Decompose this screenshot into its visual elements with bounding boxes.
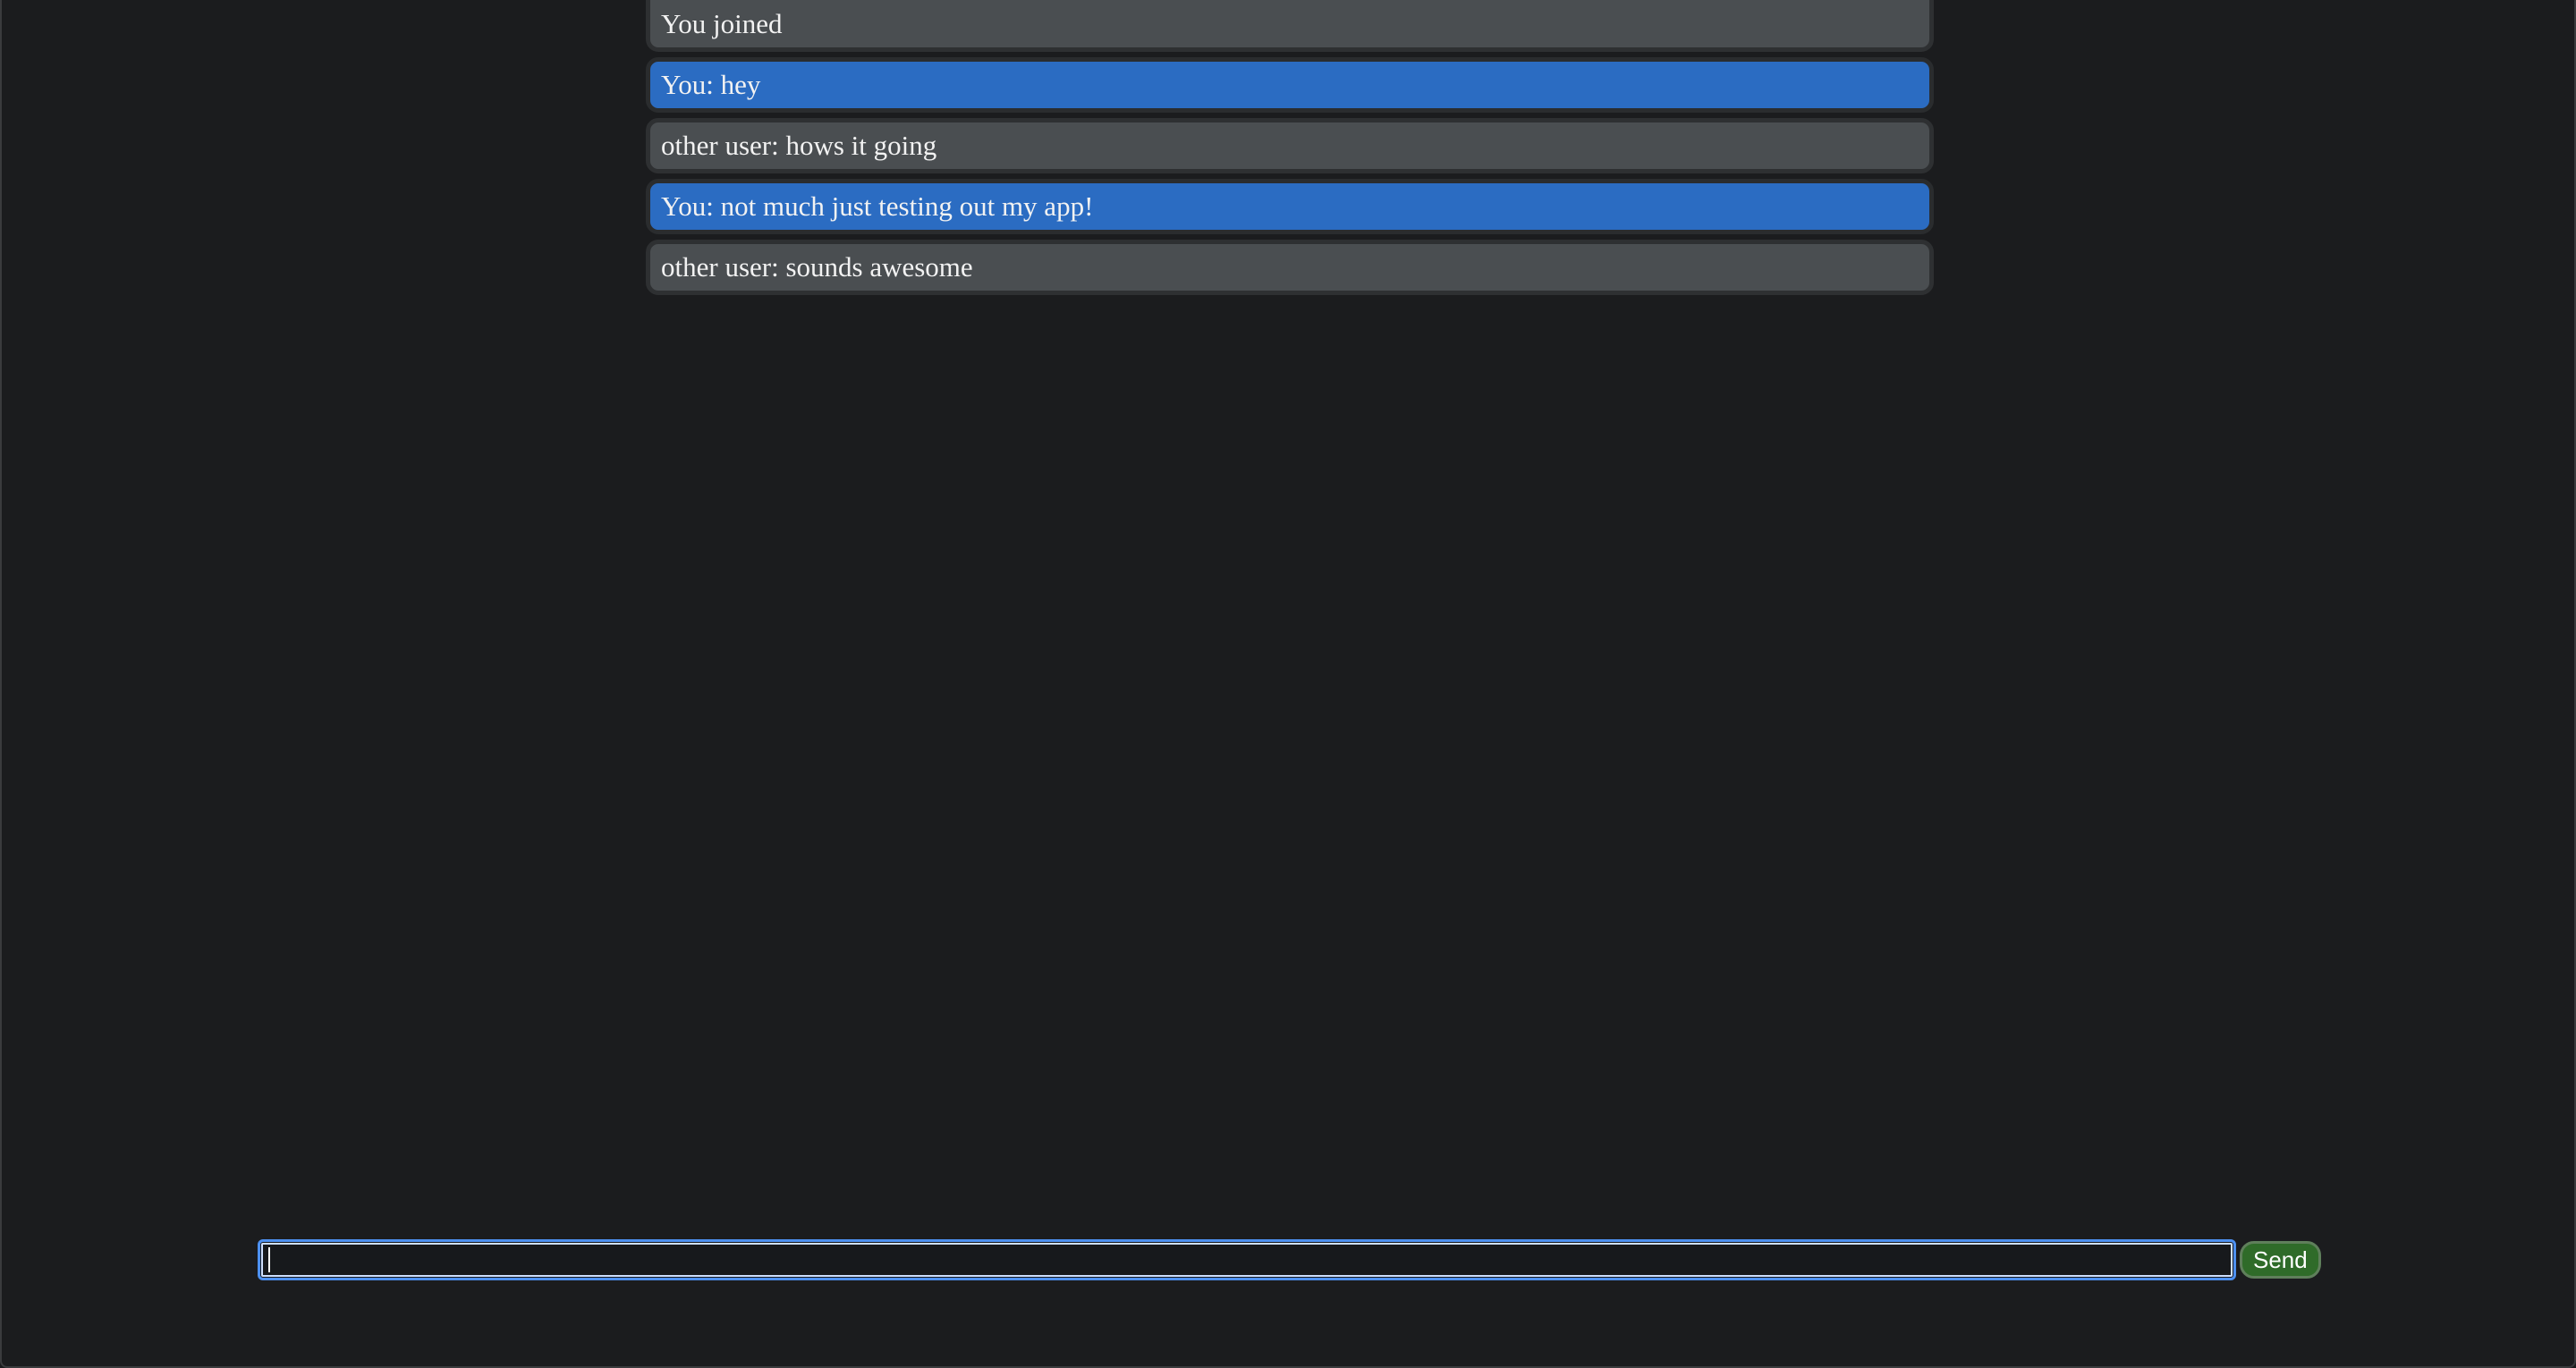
message-other: other user: hows it going <box>646 118 1934 173</box>
message-own: You: not much just testing out my app! <box>646 179 1934 234</box>
message-composer: Send <box>258 1239 2321 1280</box>
message-other: other user: sounds awesome <box>646 240 1934 295</box>
message-own: You: hey <box>646 57 1934 113</box>
send-button[interactable]: Send <box>2240 1241 2321 1279</box>
message-list: You joined You: hey other user: hows it … <box>646 0 1934 300</box>
text-caret <box>268 1247 270 1272</box>
message-input[interactable] <box>258 1239 2236 1280</box>
message-system: You joined <box>646 0 1934 52</box>
